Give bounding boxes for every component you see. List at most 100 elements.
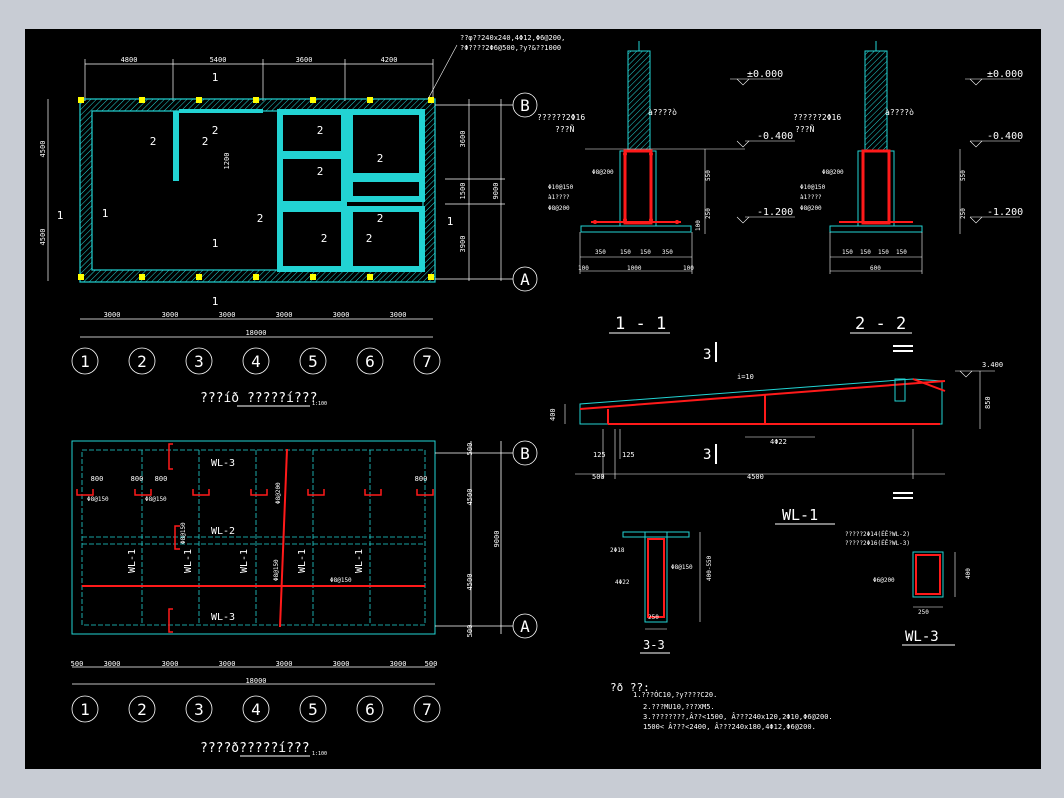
s22-dim-h3: 150: [878, 249, 889, 256]
s22-elev-1: -0.400: [987, 131, 1023, 142]
wl3-title: WL-3: [905, 629, 939, 645]
roof-plan-title: ????ð?????í???: [200, 741, 310, 756]
wl1-elevation: i=10 3.400 500 4500 125 125 400 850 4Φ22…: [549, 342, 1003, 525]
s22-elev-0: ±0.000: [987, 69, 1023, 80]
dim-bot-1: 3000: [104, 311, 121, 319]
rebar-label-2: Φ8@150: [145, 496, 167, 503]
dim-right-2: 1500: [459, 183, 467, 200]
roof-dim-7: 3000: [390, 660, 407, 668]
general-notes: ?ð ??: 1.???ÓC10,?y????C20. 2.???MU10,??…: [610, 681, 833, 731]
dim-left-2: 4500: [39, 229, 47, 246]
s11-rebar-3: à1????: [548, 194, 570, 201]
axis-7: 7: [422, 352, 432, 371]
dim-1200: 1200: [223, 153, 231, 170]
s33-label-3: 4Φ22: [615, 579, 630, 586]
roof-axis-3: 3: [194, 700, 204, 719]
roof-dim-2: 3000: [104, 660, 121, 668]
s33-label-2: Φ8@150: [671, 564, 693, 571]
s11-elev-1: -0.400: [757, 131, 793, 142]
s22-dim-550: 550: [960, 170, 967, 181]
section-mark-1c: 1: [212, 295, 219, 308]
s22-rebar-3: à1????: [800, 194, 822, 201]
s11-dim-h3: 150: [640, 249, 651, 256]
wl1-elev: 3.400: [982, 361, 1003, 369]
rebar-label-5: Φ8@200: [275, 482, 282, 504]
section-mark-2c: 2: [212, 124, 219, 137]
s33-title: 3-3: [643, 638, 665, 652]
beam-wl3-bottom: WL-3: [211, 612, 235, 623]
wl1-dim-500: 500: [592, 473, 605, 481]
s22-dim-250: 250: [960, 208, 967, 219]
section-1-1: ±0.000 -0.400 -1.200 ??????2Φ16 ???Ñ à??…: [537, 41, 795, 334]
section-mark-2f: 2: [366, 232, 373, 245]
section-mark-2a: 2: [150, 135, 157, 148]
wl1-dim-125b: 125: [622, 451, 635, 459]
wl1-dim-4500: 4500: [747, 473, 764, 481]
roof-axis-6: 6: [365, 700, 375, 719]
dim-left-1: 4500: [39, 141, 47, 158]
cad-drawing-svg[interactable]: B A 1 2 3 4 5 6 7 4800 5400 3600 4200 30…: [25, 29, 1041, 769]
dim-total-width: 18000: [245, 329, 266, 337]
s22-dim-h1: 150: [842, 249, 853, 256]
s11-dim-h2: 150: [620, 249, 631, 256]
wl1-rebar: 4Φ22: [770, 438, 787, 446]
s22-dim-h4: 150: [896, 249, 907, 256]
section-3-3: 2Φ18 Φ8@150 4Φ22 400-550 250 3-3: [610, 531, 713, 654]
beam-wl2: WL-2: [211, 526, 235, 537]
roof-dim-1: 500: [71, 660, 84, 668]
section-mark-2j: 2: [377, 212, 384, 225]
section-mark-1f: 1: [447, 215, 454, 228]
s11-edge-left: 100: [578, 265, 589, 272]
wl3-label-5: 250: [918, 609, 929, 616]
roof-dim-8: 500: [425, 660, 438, 668]
wl1-mark-top: 3: [703, 347, 711, 363]
wl1-slope: i=10: [737, 373, 754, 381]
s22-rebar-2: Φ10@150: [800, 184, 826, 191]
beam-wl1-e: WL-1: [354, 549, 365, 573]
s11-dim-100: 100: [695, 220, 702, 231]
s11-dim-h1: 350: [595, 249, 606, 256]
section-mark-1d: 1: [57, 209, 64, 222]
dim-right-3: 3900: [459, 236, 467, 253]
beam-wl1-a: WL-1: [127, 549, 138, 573]
dim-bot-2: 3000: [162, 311, 179, 319]
roof-dim-6: 3000: [333, 660, 350, 668]
dim-top-3: 3600: [296, 56, 313, 64]
s33-label-1: 2Φ18: [610, 547, 625, 554]
section-mark-2d: 2: [257, 212, 264, 225]
wl3-section: ?????2Φ14(ÉÊ?WL-2) ?????2Φ16(ÉÊ?WL-3) Φ6…: [845, 530, 972, 646]
axis-2: 2: [137, 352, 147, 371]
rebar-label-1: Φ8@150: [87, 496, 109, 503]
wl1-dim-400: 400: [549, 408, 557, 421]
axis-B: B: [520, 96, 530, 115]
roof-total-width: 18000: [245, 677, 266, 685]
section-mark-2b: 2: [202, 135, 209, 148]
roof-dim-5: 3000: [276, 660, 293, 668]
dim-top-1: 4800: [121, 56, 138, 64]
s11-rebar-4: Φ8@200: [548, 205, 570, 212]
rebar-label-4: Φ8@150: [180, 522, 187, 544]
wl3-label-3: Φ6@200: [873, 577, 895, 584]
notes-line-2: 2.???MU10,???XM5.: [643, 703, 715, 711]
roof-dim-r1: 500: [466, 443, 474, 456]
s11-edge-right: 100: [683, 265, 694, 272]
axis-4: 4: [251, 352, 261, 371]
roof-axis-5: 5: [308, 700, 318, 719]
roof-total-height: 9000: [493, 531, 501, 548]
roof-dim-800a: 800: [91, 475, 104, 483]
rebar-label-3: Φ8@150: [330, 577, 352, 584]
dim-top-4: 4200: [381, 56, 398, 64]
roof-axis-2: 2: [137, 700, 147, 719]
cad-drawing-canvas[interactable]: B A 1 2 3 4 5 6 7 4800 5400 3600 4200 30…: [25, 29, 1041, 769]
beam-wl1-c: WL-1: [239, 549, 250, 573]
wl1-mark-bottom: 3: [703, 447, 711, 463]
roof-axis-4: 4: [251, 700, 261, 719]
foundation-plan-scale: 1:100: [312, 401, 327, 407]
roof-axis-A: A: [520, 617, 530, 636]
section-mark-2e: 2: [321, 232, 328, 245]
s11-elev-0: ±0.000: [747, 69, 783, 80]
dim-total-height: 9000: [492, 183, 500, 200]
rebar-label-6: Φ8@150: [273, 559, 280, 581]
wl1-dim-850: 850: [984, 396, 992, 409]
foundation-notes: ??φ??240x240,4Φ12,Φ6@200, ?Φ????2Φ6@500,…: [460, 34, 565, 52]
